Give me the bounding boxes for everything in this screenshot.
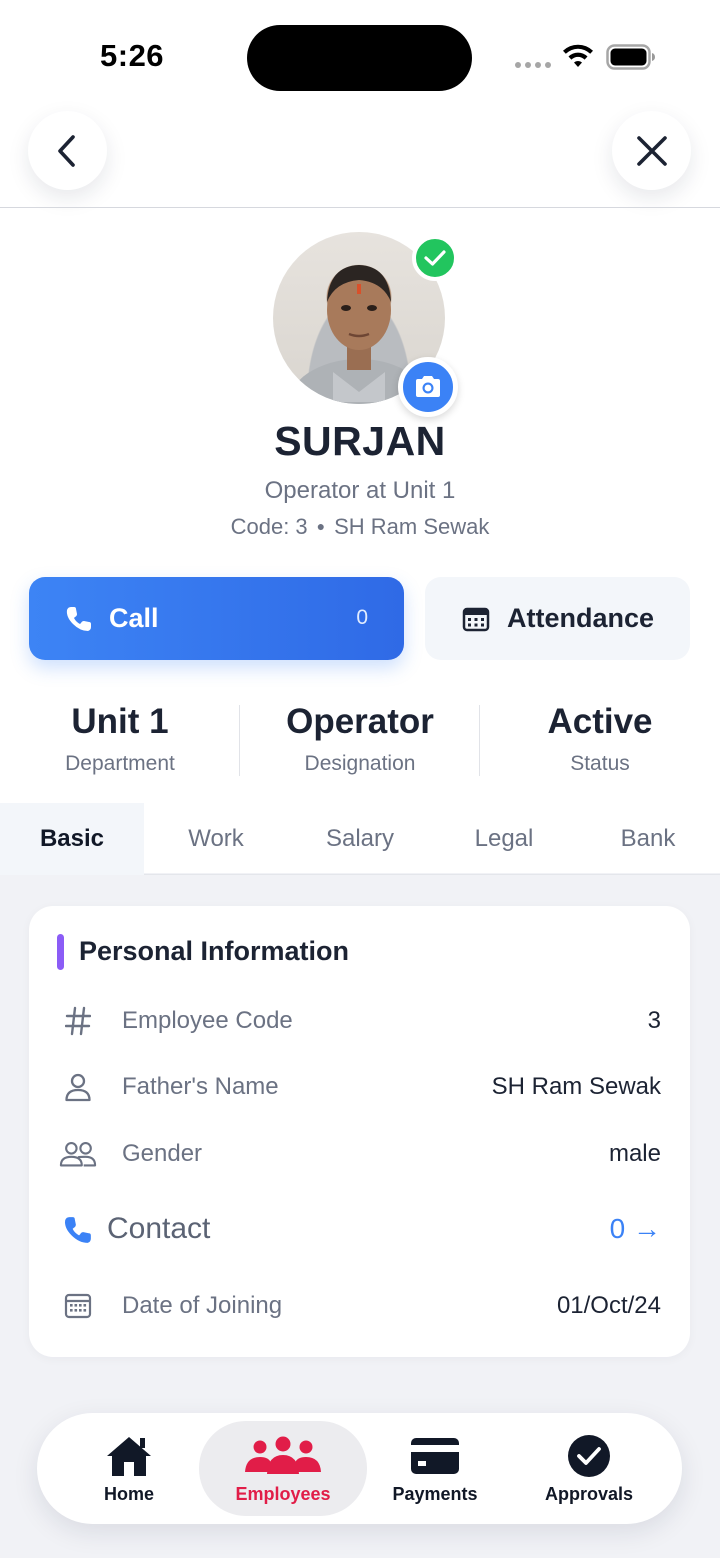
separator-dot: ● (316, 518, 326, 534)
stat-label: Department (65, 752, 175, 775)
row-gender: Gender male (29, 1134, 690, 1174)
tab-bar: Basic Work Salary Legal Bank (0, 803, 720, 875)
people-icon (59, 1136, 97, 1172)
bottom-nav: Home Employees Payments Approvals (37, 1413, 682, 1524)
status-time: 5:26 (100, 38, 165, 73)
change-photo-button[interactable] (398, 357, 458, 417)
camera-icon (416, 376, 440, 397)
stat-label: Designation (304, 752, 416, 775)
calendar-icon (59, 1288, 97, 1324)
employee-code: Code: 3 (230, 514, 308, 539)
row-value: SH Ram Sewak (491, 1073, 661, 1100)
personal-info-card: Personal Information Employee Code 3 Fat… (29, 906, 690, 1357)
nav-label: Home (103, 1484, 154, 1504)
call-button[interactable]: Call 0 (29, 577, 404, 660)
signal-icon (515, 62, 551, 68)
dynamic-island (247, 25, 472, 91)
employee-name: SURJAN (274, 418, 446, 464)
row-label: Contact (107, 1212, 211, 1245)
row-label: Father's Name (122, 1073, 279, 1100)
group-icon (243, 1434, 323, 1478)
phone-icon (66, 607, 91, 631)
call-label: Call (109, 603, 159, 633)
home-icon (104, 1434, 154, 1478)
call-count: 0 (356, 606, 368, 629)
row-contact[interactable]: Contact 0 → (29, 1210, 690, 1250)
tab-bank[interactable]: Bank (576, 803, 720, 875)
stat-value: Unit 1 (71, 702, 169, 741)
attendance-label: Attendance (507, 603, 655, 633)
row-label: Gender (122, 1140, 203, 1167)
hash-icon (59, 1003, 97, 1039)
card-icon (410, 1434, 460, 1478)
check-icon (424, 250, 446, 266)
stat-value: Active (547, 702, 653, 741)
phone-icon (59, 1212, 97, 1248)
row-employee-code: Employee Code 3 (29, 1001, 690, 1041)
nav-approvals[interactable]: Approvals (527, 1413, 651, 1524)
nav-label: Payments (392, 1484, 478, 1504)
stat-status: Active Status (480, 702, 720, 776)
chevron-left-icon (57, 134, 75, 167)
card-title: Personal Information (79, 936, 350, 966)
wifi-icon (563, 44, 593, 67)
employee-meta: Code: 3 ● SH Ram Sewak (0, 514, 720, 540)
nav-payments[interactable]: Payments (375, 1413, 495, 1524)
close-button[interactable] (612, 111, 691, 190)
tab-legal[interactable]: Legal (432, 803, 576, 875)
stat-designation: Operator Designation (240, 702, 480, 776)
tab-work[interactable]: Work (144, 803, 288, 875)
row-date-of-joining: Date of Joining 01/Oct/24 (29, 1286, 690, 1326)
person-icon (59, 1069, 97, 1105)
employee-role: Operator at Unit 1 (264, 477, 456, 504)
tab-basic[interactable]: Basic (0, 803, 144, 875)
stat-label: Status (570, 752, 630, 775)
card-accent-bar (57, 934, 64, 970)
row-father-name: Father's Name SH Ram Sewak (29, 1067, 690, 1107)
stat-department: Unit 1 Department (0, 702, 240, 776)
row-value: 3 (647, 1007, 661, 1034)
nav-employees[interactable]: Employees (199, 1421, 367, 1516)
row-value: 01/Oct/24 (556, 1292, 661, 1319)
contact-link[interactable]: 0 → (610, 1213, 661, 1245)
nav-home[interactable]: Home (67, 1413, 191, 1524)
verified-badge (412, 235, 458, 281)
battery-icon (606, 44, 655, 70)
row-label: Date of Joining (122, 1292, 283, 1319)
check-circle-icon (567, 1434, 611, 1478)
close-icon (636, 135, 667, 166)
nav-label: Approvals (544, 1484, 634, 1504)
nav-label: Employees (235, 1484, 331, 1504)
stat-value: Operator (286, 702, 434, 741)
tab-salary[interactable]: Salary (288, 803, 432, 875)
calendar-icon (462, 607, 490, 632)
row-value: male (608, 1140, 661, 1167)
back-button[interactable] (28, 111, 107, 190)
header-divider (0, 207, 720, 208)
row-label: Employee Code (122, 1007, 293, 1034)
attendance-button[interactable]: Attendance (425, 577, 690, 660)
employee-father: SH Ram Sewak (334, 514, 490, 539)
